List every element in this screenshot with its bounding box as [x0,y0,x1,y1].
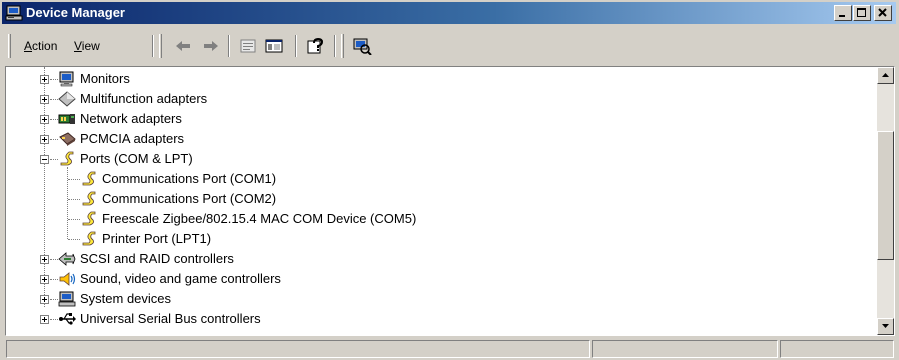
tree-connector-line [68,239,80,240]
tree-item-label: Communications Port (COM2) [102,191,277,206]
scroll-down-button[interactable] [877,318,894,335]
back-button[interactable] [173,37,193,55]
collapse-button[interactable] [40,155,49,164]
tree-item-label: Universal Serial Bus controllers [80,311,261,326]
usb-icon [58,311,76,327]
tree-item-label: Network adapters [80,111,182,126]
expand-button[interactable] [40,295,49,304]
tree-item-label: System devices [80,291,172,306]
forward-button[interactable] [201,37,221,55]
expand-button[interactable] [40,115,49,124]
status-panel [6,340,590,358]
minimize-button[interactable] [834,5,852,21]
tree-connector-line [50,319,58,320]
scroll-thumb[interactable] [877,131,894,260]
scroll-up-icon [878,73,893,77]
port-icon [58,151,76,167]
system-device-icon [58,291,76,307]
close-button[interactable] [874,5,892,21]
tree-connector-line [50,259,58,260]
menu-action-label: ction [32,39,58,53]
toolbar-grip[interactable] [159,34,162,58]
tree-item-label: Multifunction adapters [80,91,208,106]
port-icon [80,191,98,207]
tree-connector-line [68,199,80,200]
scroll-down-icon [878,324,893,328]
toolbar-separator [334,35,336,57]
device-manager-window: Device Manager Action View Monitors Mult… [0,0,899,360]
menu-action-mnemonic: A [24,39,33,53]
device-tree: Monitors Multifunction adapters Network … [6,67,876,335]
tree-connector-line [50,279,58,280]
tree-connector-line [50,139,58,140]
toolbar: Action View [2,27,896,65]
show-hide-console-tree-button[interactable] [264,37,284,55]
properties-icon [238,37,258,55]
expand-button[interactable] [40,315,49,324]
properties-button[interactable] [238,37,258,55]
status-panel [780,340,894,358]
tree-item-label: PCMCIA adapters [80,131,185,146]
tree-connector-line [50,79,58,80]
monitor-icon [58,71,76,87]
status-bar [2,338,896,358]
sound-icon [58,271,76,287]
expand-button[interactable] [40,75,49,84]
expand-button[interactable] [40,275,49,284]
status-panel [592,340,778,358]
title-bar[interactable]: Device Manager [2,2,896,24]
menu-view[interactable]: View [74,39,100,53]
port-icon [80,231,98,247]
port-icon [80,211,98,227]
toolbar-grip[interactable] [341,34,344,58]
tree-item-label: Freescale Zigbee/802.15.4 MAC COM Device… [102,211,417,226]
toolbar-separator [228,35,230,57]
tree-connector-line [68,219,80,220]
network-card-icon [58,111,76,127]
scsi-icon [58,251,76,267]
help-icon [306,37,326,55]
pcmcia-icon [58,131,76,147]
multifunction-icon [58,91,76,107]
device-tree-pane: Monitors Multifunction adapters Network … [5,66,895,336]
scroll-up-button[interactable] [877,67,894,84]
computer-manage-icon [5,4,23,22]
expand-button[interactable] [40,255,49,264]
expand-button[interactable] [40,135,49,144]
scan-hardware-button[interactable] [352,37,372,55]
toolbar-grip[interactable] [8,34,11,58]
tree-connector-line [67,167,68,239]
show-hide-console-tree-icon [264,37,284,55]
tree-item-label: Sound, video and game controllers [80,271,281,286]
toolbar-separator [295,35,297,57]
maximize-button[interactable] [853,5,871,21]
vertical-scrollbar[interactable] [877,67,894,335]
back-arrow-icon [173,37,193,55]
scan-hardware-icon [352,37,372,55]
menu-view-label: iew [81,39,100,53]
tree-connector-line [50,119,58,120]
tree-item-label: Monitors [80,71,130,86]
tree-item-label: Communications Port (COM1) [102,171,277,186]
menu-view-mnemonic: V [74,39,82,53]
forward-arrow-icon [201,37,221,55]
port-icon [80,171,98,187]
expand-button[interactable] [40,95,49,104]
tree-connector-line [50,99,58,100]
tree-item-label: SCSI and RAID controllers [80,251,234,266]
menu-action[interactable]: Action [24,39,57,53]
tree-connector-line [68,179,80,180]
help-button[interactable] [306,37,326,55]
tree-item-label: Ports (COM & LPT) [80,151,193,166]
toolbar-separator [152,35,154,57]
tree-item-label: Printer Port (LPT1) [102,231,212,246]
tree-connector-line [50,299,58,300]
tree-connector-line [50,159,58,160]
window-title: Device Manager [26,5,125,20]
